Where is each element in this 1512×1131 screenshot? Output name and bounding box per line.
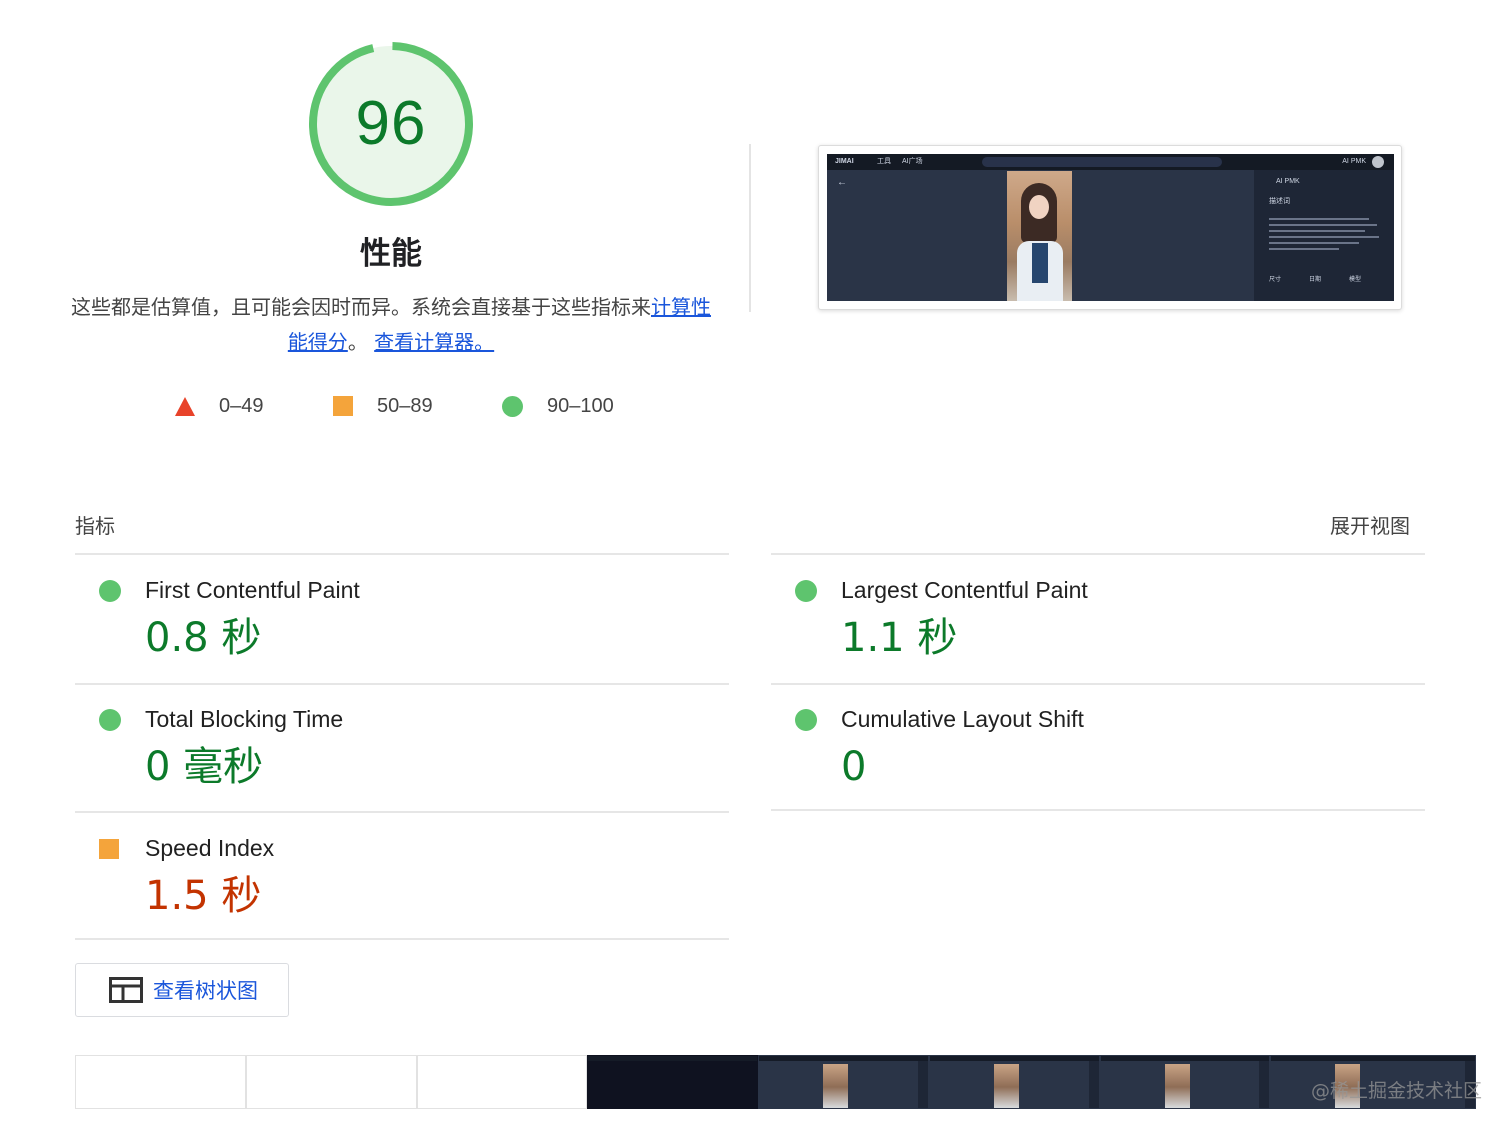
app-topbar: JIMAI 工具 AI广场 AI PMK bbox=[827, 154, 1394, 170]
legend-label: 90–100 bbox=[547, 394, 614, 417]
filmstrip-frame bbox=[1099, 1055, 1271, 1109]
pass-circle-icon bbox=[99, 709, 121, 731]
pass-circle-icon bbox=[795, 580, 817, 602]
screenshot-app-view: JIMAI 工具 AI广场 AI PMK ← AI PMK 描述词 尺寸 日期 … bbox=[827, 154, 1394, 301]
circle-icon bbox=[502, 395, 523, 417]
metric-lcp-value: 1.1 秒 bbox=[841, 615, 958, 661]
app-nav-tools: 工具 bbox=[877, 158, 891, 165]
vertical-divider bbox=[749, 144, 751, 312]
filmstrip-frame bbox=[416, 1055, 588, 1109]
expand-view-toggle[interactable]: 展开视图 bbox=[1330, 510, 1410, 539]
metric-si-value: 1.5 秒 bbox=[145, 873, 262, 919]
app-logo: JIMAI bbox=[835, 158, 854, 165]
filmstrip-frame bbox=[928, 1055, 1100, 1109]
divider bbox=[75, 938, 729, 940]
treemap-icon bbox=[109, 977, 143, 1003]
app-user: AI PMK bbox=[1342, 158, 1366, 165]
final-screenshot[interactable]: JIMAI 工具 AI广场 AI PMK ← AI PMK 描述词 尺寸 日期 … bbox=[818, 145, 1402, 310]
legend-item-pass: 90–100 bbox=[502, 392, 614, 420]
legend-label: 0–49 bbox=[219, 394, 264, 417]
filmstrip bbox=[75, 1055, 1476, 1111]
description-text: 这些都是估算值，且可能会因时而异。系统会直接基于这些指标来 bbox=[71, 295, 651, 319]
triangle-icon bbox=[175, 396, 195, 416]
divider bbox=[771, 553, 1425, 555]
filmstrip-frame bbox=[245, 1055, 417, 1109]
panel-user: AI PMK bbox=[1276, 178, 1300, 185]
panel-heading: 描述词 bbox=[1269, 198, 1290, 205]
metric-si-title: Speed Index bbox=[145, 835, 275, 861]
app-nav-square: AI广场 bbox=[902, 158, 923, 165]
description-separator: 。 bbox=[347, 330, 368, 354]
divider bbox=[75, 811, 729, 813]
metric-lcp-title: Largest Contentful Paint bbox=[841, 577, 1088, 603]
panel-meta-size: 尺寸 bbox=[1269, 277, 1282, 283]
metric-tbt-value: 0 毫秒 bbox=[145, 744, 264, 790]
legend-item-average: 50–89 bbox=[333, 392, 433, 420]
divider bbox=[771, 683, 1425, 685]
view-treemap-button[interactable]: 查看树状图 bbox=[75, 963, 289, 1017]
filmstrip-frame bbox=[75, 1055, 246, 1109]
avatar bbox=[1372, 156, 1384, 168]
legend-label: 50–89 bbox=[377, 394, 433, 417]
metric-cls-title: Cumulative Layout Shift bbox=[841, 706, 1084, 732]
performance-score: 96 bbox=[355, 89, 427, 158]
view-treemap-label: 查看树状图 bbox=[153, 979, 258, 1003]
score-description: 这些都是估算值，且可能会因时而异。系统会直接基于这些指标来计算性能得分。 查看计… bbox=[70, 290, 712, 360]
divider bbox=[75, 683, 729, 685]
metric-fcp-value: 0.8 秒 bbox=[145, 615, 262, 661]
category-title: 性能 bbox=[360, 236, 422, 272]
watermark: @稀土掘金技术社区 bbox=[1310, 1080, 1482, 1102]
pass-circle-icon bbox=[795, 709, 817, 731]
square-icon bbox=[333, 396, 353, 416]
view-calculator-link[interactable]: 查看计算器。 bbox=[374, 330, 494, 354]
metric-tbt-title: Total Blocking Time bbox=[145, 706, 344, 732]
metrics-title: 指标 bbox=[75, 514, 115, 538]
filmstrip-frame bbox=[758, 1055, 929, 1109]
app-search-bar bbox=[982, 157, 1222, 167]
average-square-icon bbox=[99, 839, 119, 859]
metric-cls-value: 0 bbox=[841, 744, 867, 790]
filmstrip-frame bbox=[587, 1055, 758, 1109]
metric-fcp-title: First Contentful Paint bbox=[145, 577, 360, 603]
panel-meta-model: 模型 bbox=[1349, 277, 1362, 283]
divider bbox=[771, 809, 1425, 811]
back-arrow-icon: ← bbox=[837, 177, 847, 188]
divider bbox=[75, 553, 729, 555]
panel-meta-date: 日期 bbox=[1309, 277, 1322, 283]
generated-image bbox=[1007, 171, 1072, 301]
pass-circle-icon bbox=[99, 580, 121, 602]
legend-item-fail: 0–49 bbox=[175, 392, 264, 420]
app-detail-panel: AI PMK 描述词 尺寸 日期 模型 bbox=[1254, 170, 1394, 301]
